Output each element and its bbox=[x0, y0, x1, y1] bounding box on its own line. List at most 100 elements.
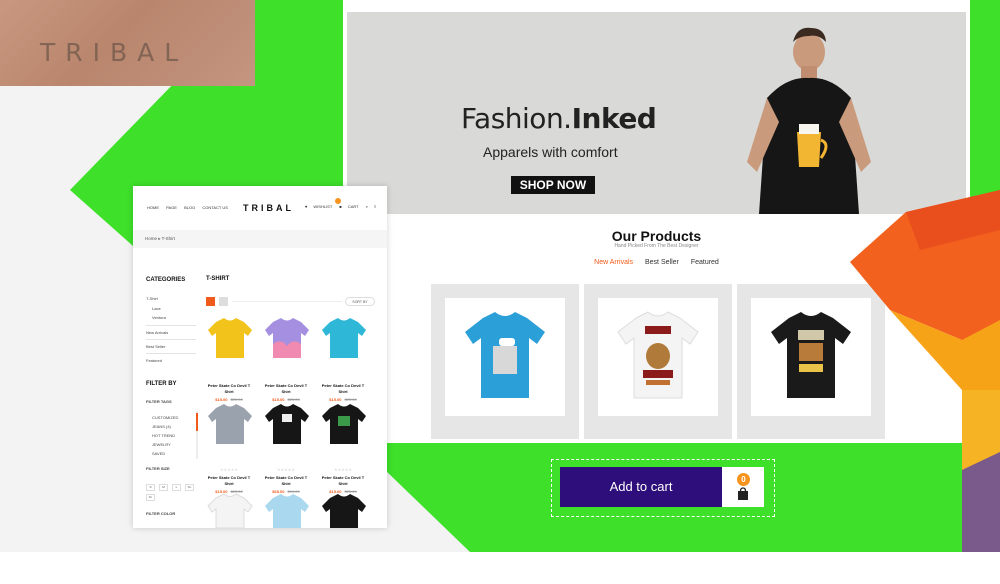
nav-blog[interactable]: BLOG bbox=[184, 205, 195, 210]
product-name[interactable]: Peter Skate Co Devil T Shirt bbox=[260, 475, 312, 487]
nav-contact[interactable]: CONTACT US bbox=[202, 205, 228, 210]
product-price: $15.00 $25.00 bbox=[203, 489, 255, 494]
product-name[interactable]: Peter Skate Co Devil T Shirt bbox=[260, 383, 312, 395]
heart-icon[interactable]: ♥ bbox=[305, 204, 307, 209]
price-current: $15.00 bbox=[215, 489, 228, 494]
price-old: $25.00 bbox=[344, 397, 357, 402]
product-item[interactable]: Peter Skate Co Devil T Shirt $15.00 $25.0… bbox=[203, 383, 255, 402]
wishlist-link[interactable]: WISHLIST bbox=[313, 204, 332, 209]
rating-stars: ★★★★★ bbox=[277, 467, 295, 472]
search-icon[interactable]: ⌕ bbox=[366, 204, 368, 209]
bag-icon[interactable]: ■ bbox=[339, 204, 341, 209]
product-item[interactable]: Peter Skate Co Devil T Shirt $15.00 $25.0… bbox=[203, 475, 255, 494]
product-price: $15.00 $25.00 bbox=[317, 397, 369, 402]
size-option[interactable]: L bbox=[172, 484, 181, 491]
price-current: $15.00 bbox=[329, 397, 342, 402]
toolbar-divider bbox=[232, 301, 342, 302]
filter-tag[interactable]: JEANS (4) bbox=[152, 424, 171, 429]
filter-tags-title: FILTER TAGS bbox=[146, 399, 172, 404]
cart-link[interactable]: CART bbox=[348, 204, 359, 209]
tshirt-black-print-thumb bbox=[322, 494, 366, 528]
product-grid-images bbox=[207, 318, 366, 528]
price-old: $25.00 bbox=[344, 489, 357, 494]
filter-tag[interactable]: JEWELRY bbox=[152, 442, 171, 447]
product-name[interactable]: Peter Skate Co Devil T Shirt bbox=[203, 383, 255, 395]
shopping-bag-icon bbox=[738, 487, 748, 500]
filter-scroll-thumb[interactable] bbox=[196, 413, 198, 431]
page-canvas: TRIBAL Fashion.Inked Apparels with comfo… bbox=[0, 0, 1000, 584]
tshirt-cyan-thumb bbox=[322, 318, 366, 358]
grid-view-button[interactable] bbox=[206, 297, 215, 306]
product-name[interactable]: Peter Skate Co Devil T Shirt bbox=[203, 475, 255, 487]
size-option[interactable]: M bbox=[159, 484, 168, 491]
tshirt-white-thumb bbox=[207, 493, 253, 528]
tab-featured[interactable]: Featured bbox=[691, 259, 719, 266]
shop-nav: HOME PAGE BLOG CONTACT US bbox=[147, 205, 234, 210]
product-card[interactable] bbox=[431, 284, 579, 439]
divider bbox=[146, 325, 196, 326]
price-old: $15.00 bbox=[287, 489, 300, 494]
shop-logo[interactable]: TRIBAL bbox=[243, 203, 294, 213]
hero-title: Fashion.Inked bbox=[461, 102, 657, 135]
price-old: $25.00 bbox=[230, 397, 243, 402]
filter-tag[interactable]: HOT TREND bbox=[152, 433, 175, 438]
filter-title: FILTER BY bbox=[146, 381, 177, 387]
product-item[interactable]: Peter Skate Co Devil T Shirt $65.00 $15.0… bbox=[260, 475, 312, 494]
size-option[interactable]: S bbox=[146, 484, 155, 491]
price-current: $15.00 bbox=[272, 397, 285, 402]
leather-patch-text: TRIBAL bbox=[40, 38, 189, 67]
product-price: $15.00 $25.00 bbox=[203, 397, 255, 402]
menu-icon[interactable]: ≡ bbox=[374, 204, 376, 209]
hero-title-light: Fashion. bbox=[461, 102, 572, 135]
nav-home[interactable]: HOME bbox=[147, 205, 159, 210]
tshirt-gray-thumb bbox=[208, 404, 252, 444]
product-item[interactable]: Peter Skate Co Devil T Shirt $15.00 $25.0… bbox=[317, 475, 369, 494]
divider bbox=[146, 339, 196, 340]
price-current: $65.00 bbox=[272, 489, 285, 494]
hero-subtitle: Apparels with comfort bbox=[483, 144, 618, 160]
list-view-button[interactable] bbox=[219, 297, 228, 306]
category-item[interactable]: Lace bbox=[152, 306, 161, 311]
divider bbox=[146, 353, 196, 354]
filter-tag[interactable]: SAVED bbox=[152, 451, 165, 456]
tshirt-blue-image bbox=[465, 312, 545, 398]
model-photo bbox=[747, 27, 871, 214]
product-name[interactable]: Peter Skate Co Devil T Shirt bbox=[317, 383, 369, 395]
product-name[interactable]: Peter Skate Co Devil T Shirt bbox=[317, 475, 369, 487]
nav-page[interactable]: PAGE bbox=[166, 205, 177, 210]
price-current: $15.00 bbox=[329, 489, 342, 494]
shop-mockup-panel: HOME PAGE BLOG CONTACT US TRIBAL ♥ WISHLI… bbox=[133, 186, 387, 528]
rating-stars: ★★★★★ bbox=[220, 467, 238, 472]
product-card[interactable] bbox=[584, 284, 732, 439]
tshirt-yellow-thumb bbox=[208, 318, 252, 358]
category-item[interactable]: Featured bbox=[146, 358, 162, 363]
add-to-cart-button[interactable]: Add to cart bbox=[560, 467, 722, 507]
categories-title: CATEGORIES bbox=[146, 277, 186, 283]
tshirt-lightblue-thumb bbox=[265, 494, 309, 528]
shop-now-button[interactable]: SHOP NOW bbox=[511, 176, 595, 194]
category-item[interactable]: Best Seller bbox=[146, 344, 165, 349]
category-item[interactable]: New Arrivals bbox=[146, 330, 168, 335]
colorful-tshirt-image bbox=[850, 190, 1000, 552]
tshirt-white-image bbox=[617, 311, 699, 399]
filter-color-title: FILTER COLOR bbox=[146, 511, 176, 516]
rating-stars: ★★★★★ bbox=[334, 467, 352, 472]
product-image bbox=[598, 298, 718, 416]
tshirt-purple-thumb bbox=[265, 318, 309, 358]
size-option[interactable]: XL bbox=[146, 494, 155, 501]
category-item[interactable]: T-Shirt bbox=[146, 296, 158, 301]
product-item[interactable]: Peter Skate Co Devil T Shirt $15.00 $25.0… bbox=[260, 383, 312, 402]
tab-best-seller[interactable]: Best Seller bbox=[645, 259, 679, 266]
cart-count-badge: 0 bbox=[737, 473, 750, 486]
filter-size-title: FILTER SIZE bbox=[146, 466, 170, 471]
product-item[interactable]: Peter Skate Co Devil T Shirt $15.00 $25.0… bbox=[317, 383, 369, 402]
sort-select[interactable]: SORT BY bbox=[345, 297, 375, 306]
tab-new-arrivals[interactable]: New Arrivals bbox=[594, 259, 633, 266]
size-option[interactable]: XL bbox=[185, 484, 194, 491]
product-price: $65.00 $15.00 bbox=[260, 489, 312, 494]
category-item[interactable]: Ventura bbox=[152, 315, 166, 320]
product-price: $15.00 $25.00 bbox=[260, 397, 312, 402]
filter-tag[interactable]: CUSTOMIZED bbox=[152, 415, 178, 420]
tshirt-black-thumb bbox=[265, 404, 309, 444]
hero-banner: Fashion.Inked Apparels with comfort SHOP… bbox=[347, 12, 966, 214]
